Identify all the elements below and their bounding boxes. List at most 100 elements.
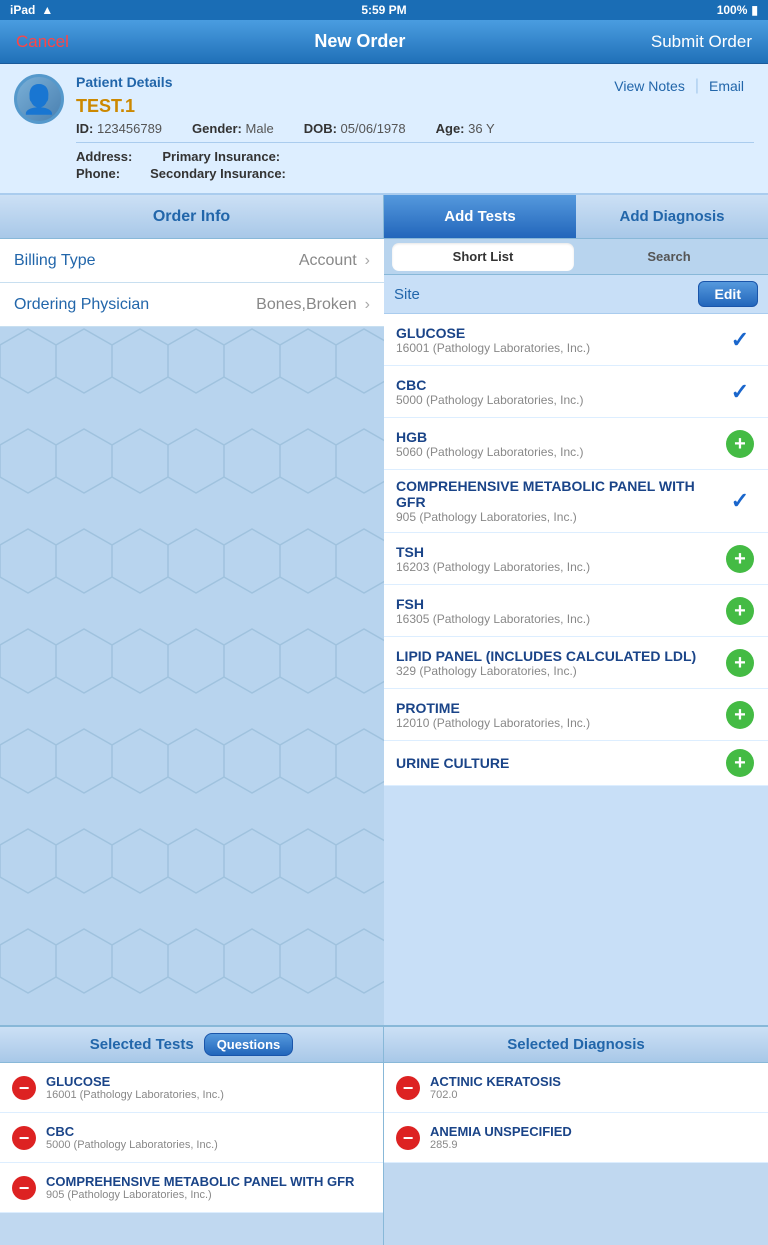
main-content: Order Info Billing Type Account › Orderi… (0, 195, 768, 1025)
selected-tests-header: Selected Tests Questions (0, 1027, 383, 1063)
test-item-comp-metabolic[interactable]: COMPREHENSIVE METABOLIC PANEL WITH GFR 9… (384, 470, 768, 533)
selected-cbc-name: CBC (46, 1124, 371, 1139)
site-bar: Site Edit (384, 275, 768, 314)
test-name-lipid: LIPID PANEL (INCLUDES CALCULATED LDL) (396, 648, 724, 664)
patient-actions: View Notes | Email (604, 76, 754, 96)
left-background (0, 327, 384, 1025)
billing-type-value: Account (299, 252, 357, 270)
selected-tests-list: − GLUCOSE 16001 (Pathology Laboratories,… (0, 1063, 383, 1245)
selected-item-actinic: − ACTINIC KERATOSIS 702.0 (384, 1063, 768, 1113)
tab-add-tests-label: Add Tests (444, 208, 515, 225)
battery-label: 100% (717, 3, 748, 17)
battery-icon: ▮ (751, 3, 758, 17)
remove-comp-metabolic-button[interactable]: − (12, 1176, 36, 1200)
test-item-hgb[interactable]: HGB 5060 (Pathology Laboratories, Inc.) … (384, 418, 768, 470)
questions-button[interactable]: Questions (204, 1033, 294, 1056)
tab-add-diagnosis[interactable]: Add Diagnosis (576, 195, 768, 238)
tab-add-tests[interactable]: Add Tests (384, 195, 576, 238)
test-name-glucose: GLUCOSE (396, 325, 724, 341)
test-sub-lipid: 329 (Pathology Laboratories, Inc.) (396, 664, 724, 678)
selected-anemia-info: ANEMIA UNSPECIFIED 285.9 (430, 1124, 756, 1151)
add-icon-urine: + (726, 749, 754, 777)
add-icon-hgb: + (726, 430, 754, 458)
checkmark-icon-comp: ✓ (731, 488, 749, 514)
test-info-hgb: HGB 5060 (Pathology Laboratories, Inc.) (396, 429, 724, 459)
billing-type-row[interactable]: Billing Type Account › (0, 239, 384, 283)
selected-comp-metabolic-info: COMPREHENSIVE METABOLIC PANEL WITH GFR 9… (46, 1174, 371, 1201)
sub-tab-search-label: Search (647, 249, 690, 264)
edit-button[interactable]: Edit (698, 281, 758, 307)
test-sub-protime: 12010 (Pathology Laboratories, Inc.) (396, 716, 724, 730)
patient-insurance-row: Phone: Secondary Insurance: (76, 166, 754, 181)
test-sub-cbc: 5000 (Pathology Laboratories, Inc.) (396, 393, 724, 407)
page-title: New Order (314, 31, 405, 52)
order-info-title: Order Info (153, 208, 230, 226)
secondary-insurance-label: Secondary Insurance: (150, 166, 286, 181)
age-label: Age: (436, 121, 465, 136)
add-icon-tsh: + (726, 545, 754, 573)
test-item-cbc[interactable]: CBC 5000 (Pathology Laboratories, Inc.) … (384, 366, 768, 418)
patient-details-label: Patient Details (76, 74, 172, 90)
test-info-cbc: CBC 5000 (Pathology Laboratories, Inc.) (396, 377, 724, 407)
selected-diagnosis-list: − ACTINIC KERATOSIS 702.0 − ANEMIA UNSPE… (384, 1063, 768, 1245)
selected-actinic-info: ACTINIC KERATOSIS 702.0 (430, 1074, 756, 1101)
test-item-glucose[interactable]: GLUCOSE 16001 (Pathology Laboratories, I… (384, 314, 768, 366)
bottom-split: Selected Tests Questions − GLUCOSE 16001… (0, 1025, 768, 1245)
test-action-urine-culture[interactable]: + (724, 749, 756, 777)
cancel-button[interactable]: Cancel (16, 32, 69, 52)
remove-cbc-button[interactable]: − (12, 1126, 36, 1150)
test-action-fsh[interactable]: + (724, 597, 756, 625)
ordering-physician-row[interactable]: Ordering Physician Bones,Broken › (0, 283, 384, 327)
patient-contact-row: Address: Primary Insurance: (76, 149, 754, 164)
test-item-urine-culture[interactable]: URINE CULTURE + (384, 741, 768, 786)
test-action-cbc[interactable]: ✓ (724, 379, 756, 405)
avatar: 👤 (14, 74, 64, 124)
test-info-urine-culture: URINE CULTURE (396, 755, 724, 771)
remove-actinic-button[interactable]: − (396, 1076, 420, 1100)
submit-order-button[interactable]: Submit Order (651, 32, 752, 52)
wifi-icon: ▲ (41, 3, 53, 17)
test-item-protime[interactable]: PROTIME 12010 (Pathology Laboratories, I… (384, 689, 768, 741)
patient-name: TEST.1 (76, 96, 754, 117)
test-action-protime[interactable]: + (724, 701, 756, 729)
test-item-lipid[interactable]: LIPID PANEL (INCLUDES CALCULATED LDL) 32… (384, 637, 768, 689)
test-sub-tsh: 16203 (Pathology Laboratories, Inc.) (396, 560, 724, 574)
test-name-protime: PROTIME (396, 700, 724, 716)
test-action-hgb[interactable]: + (724, 430, 756, 458)
test-sub-fsh: 16305 (Pathology Laboratories, Inc.) (396, 612, 724, 626)
test-item-fsh[interactable]: FSH 16305 (Pathology Laboratories, Inc.)… (384, 585, 768, 637)
chevron-right-icon: › (365, 252, 370, 270)
test-action-lipid[interactable]: + (724, 649, 756, 677)
add-icon-protime: + (726, 701, 754, 729)
add-icon-lipid: + (726, 649, 754, 677)
billing-type-label: Billing Type (14, 252, 299, 270)
sub-tab-short-list[interactable]: Short List (392, 243, 574, 271)
remove-glucose-button[interactable]: − (12, 1076, 36, 1100)
test-action-comp-metabolic[interactable]: ✓ (724, 488, 756, 514)
test-info-comp-metabolic: COMPREHENSIVE METABOLIC PANEL WITH GFR 9… (396, 478, 724, 524)
selected-cbc-sub: 5000 (Pathology Laboratories, Inc.) (46, 1139, 371, 1151)
selected-comp-metabolic-sub: 905 (Pathology Laboratories, Inc.) (46, 1189, 371, 1201)
tab-add-diagnosis-label: Add Diagnosis (619, 208, 724, 225)
test-name-tsh: TSH (396, 544, 724, 560)
remove-anemia-button[interactable]: − (396, 1126, 420, 1150)
address-label: Address: (76, 149, 132, 164)
right-panel: Add Tests Add Diagnosis Short List Searc… (384, 195, 768, 1025)
selected-diagnosis-header: Selected Diagnosis (384, 1027, 768, 1063)
site-label: Site (394, 286, 698, 303)
selected-tests-title: Selected Tests (90, 1036, 194, 1053)
test-item-tsh[interactable]: TSH 16203 (Pathology Laboratories, Inc.)… (384, 533, 768, 585)
dob-label: DOB: (304, 121, 337, 136)
view-notes-button[interactable]: View Notes (604, 76, 695, 96)
selected-item-comp-metabolic: − COMPREHENSIVE METABOLIC PANEL WITH GFR… (0, 1163, 383, 1213)
selected-glucose-sub: 16001 (Pathology Laboratories, Inc.) (46, 1089, 371, 1101)
test-action-tsh[interactable]: + (724, 545, 756, 573)
test-action-glucose[interactable]: ✓ (724, 327, 756, 353)
id-value: 123456789 (97, 121, 162, 136)
chevron-right-icon-2: › (365, 296, 370, 314)
test-list: GLUCOSE 16001 (Pathology Laboratories, I… (384, 314, 768, 1025)
test-sub-glucose: 16001 (Pathology Laboratories, Inc.) (396, 341, 724, 355)
bottom-right: Selected Diagnosis − ACTINIC KERATOSIS 7… (384, 1027, 768, 1245)
sub-tab-search[interactable]: Search (578, 243, 760, 271)
email-button[interactable]: Email (699, 76, 754, 96)
